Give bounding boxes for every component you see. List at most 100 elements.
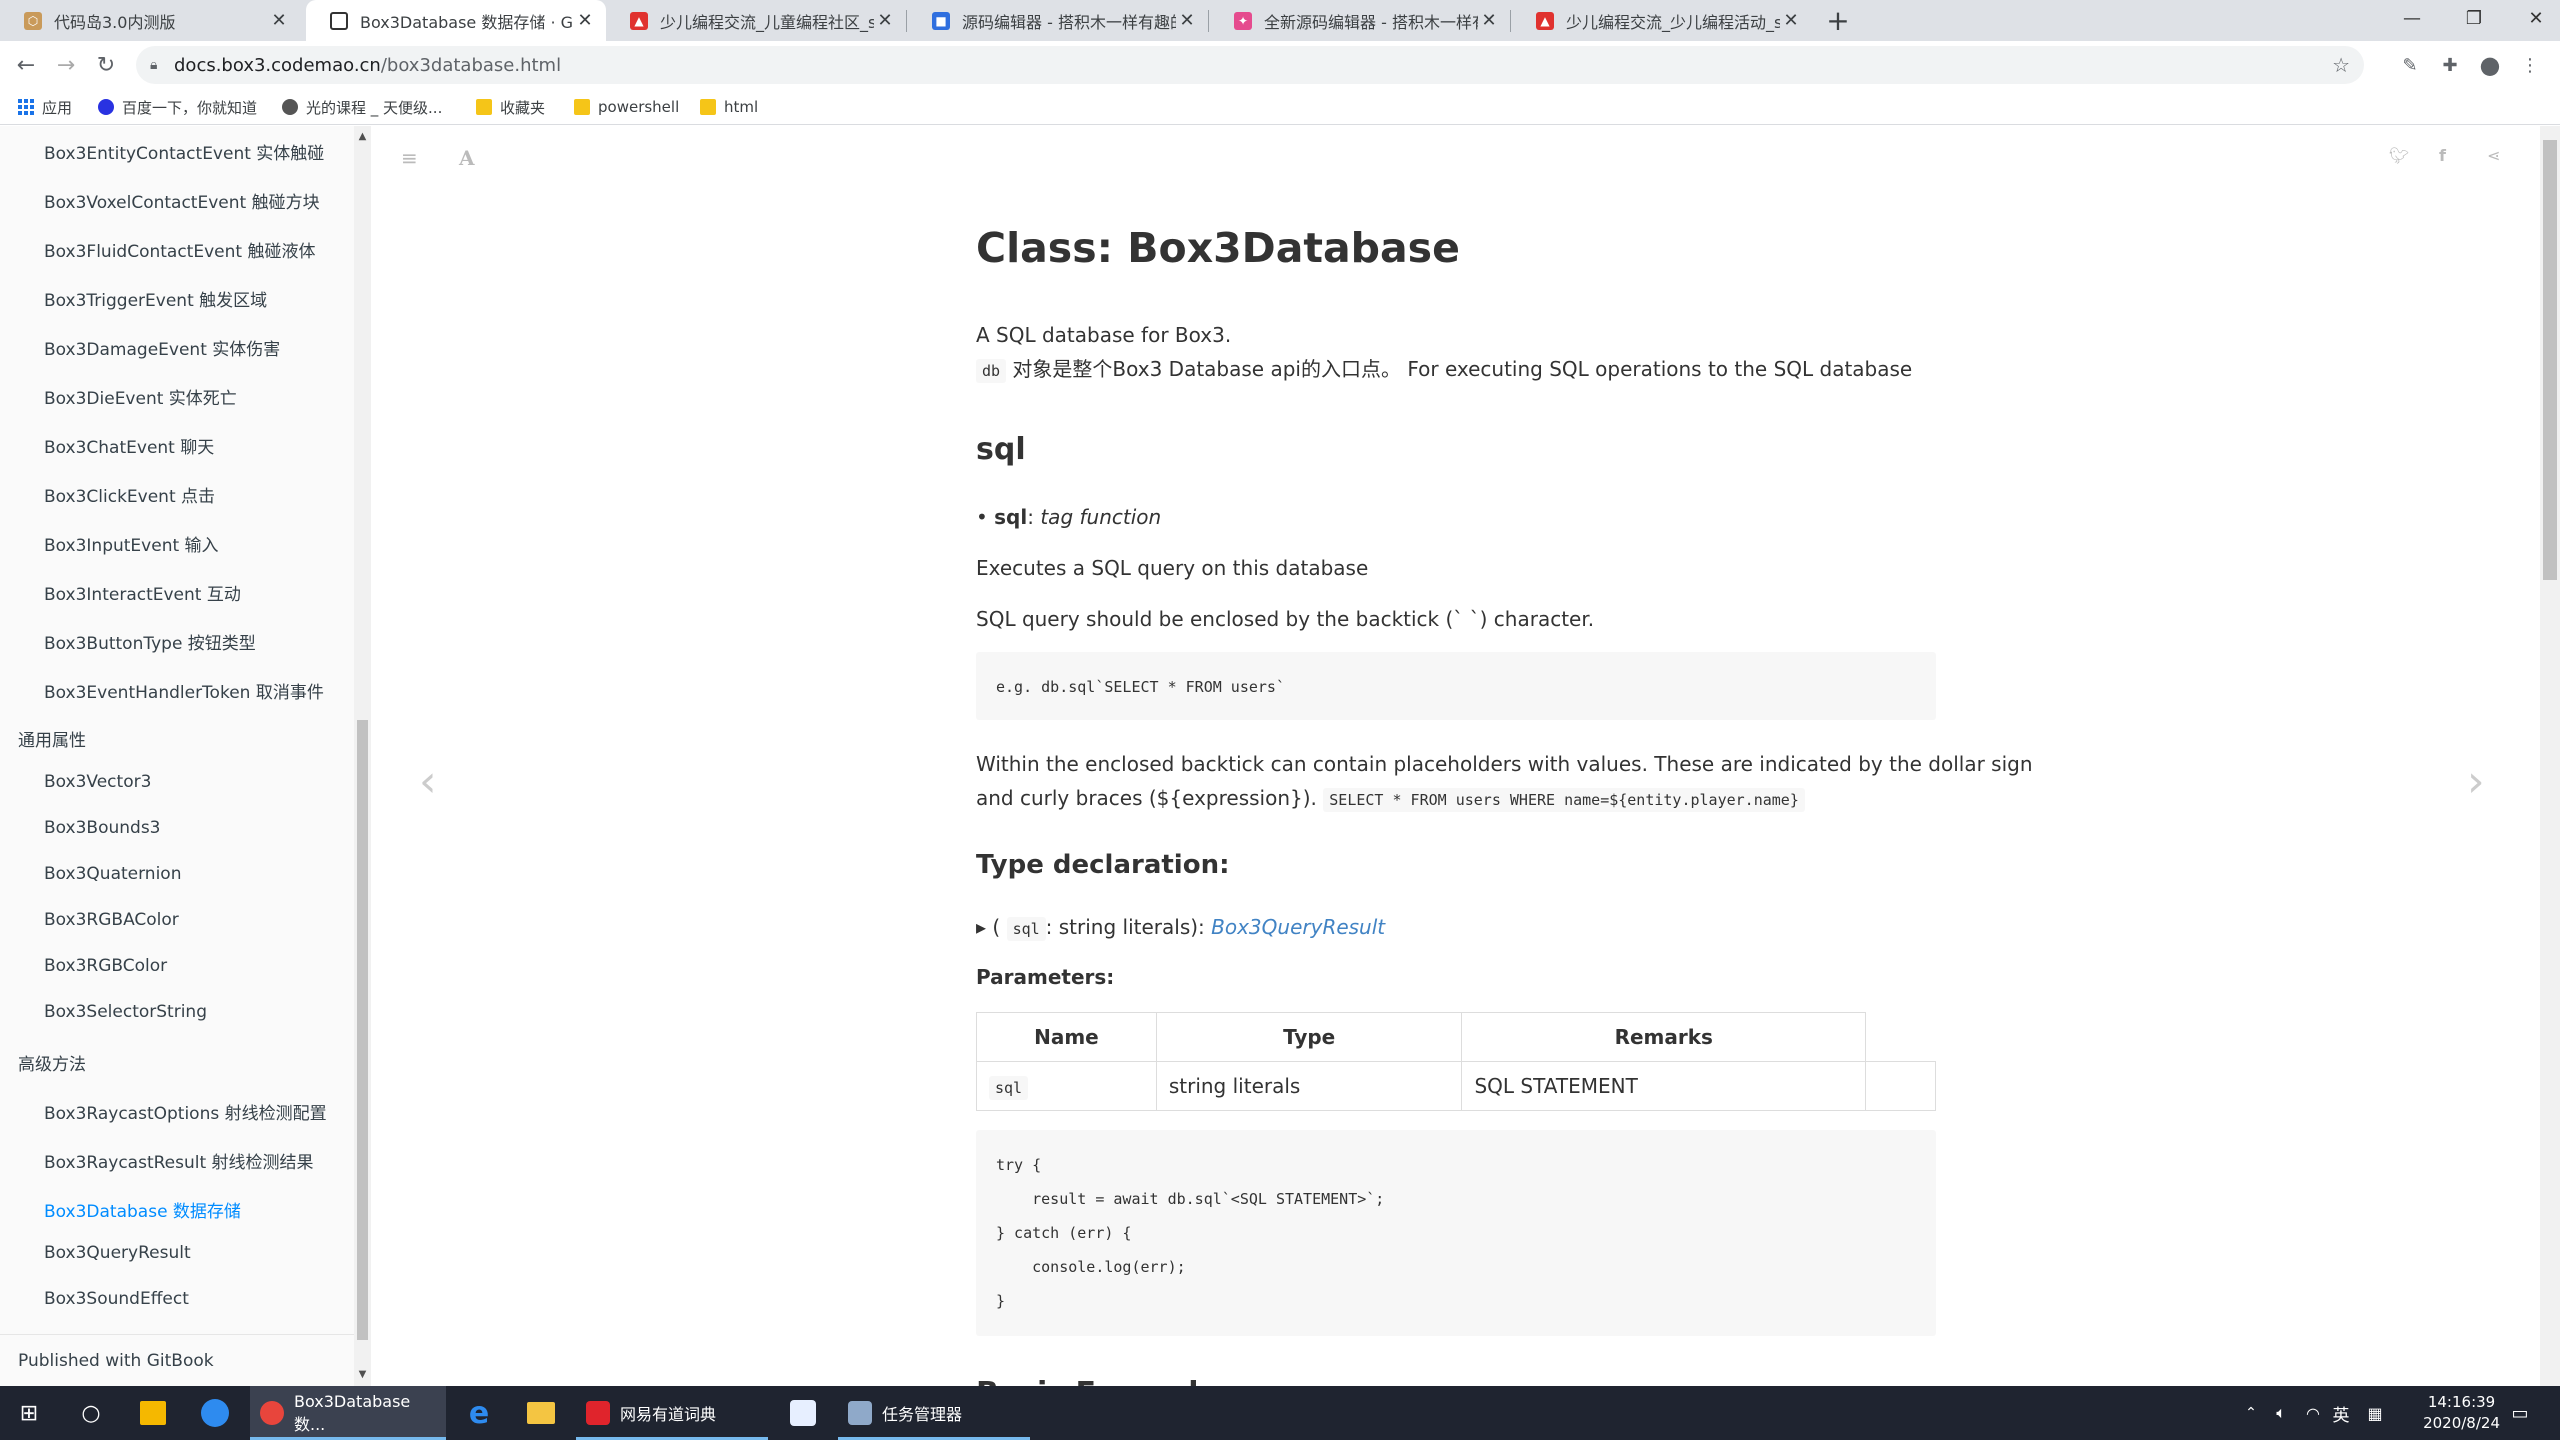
bookmark-label: 百度一下，你就知道 [122, 98, 258, 117]
store-icon[interactable] [124, 1386, 182, 1440]
bookmark-apps[interactable]: 应用 [18, 95, 72, 119]
tab-divider [906, 10, 907, 32]
sidebar-item[interactable]: Box3Bounds3 [44, 818, 161, 838]
browser-tab[interactable]: ✦ 全新源码编辑器 - 搭积木一样有趣 ✕ [1210, 0, 1510, 41]
sidebar-item[interactable]: Box3DieEvent 实体死亡 [44, 384, 237, 409]
close-tab-icon[interactable]: ✕ [1478, 10, 1500, 32]
sidebar-item[interactable]: Box3FluidContactEvent 触碰液体 [44, 237, 315, 262]
minimize-icon[interactable]: — [2382, 0, 2442, 36]
forward-icon[interactable]: → [48, 47, 84, 83]
facebook-icon[interactable]: f [2439, 146, 2446, 165]
sidebar-item[interactable]: Box3Quaternion [44, 864, 181, 884]
url-path: /box3database.html [380, 54, 562, 76]
next-page-icon[interactable]: › [2467, 756, 2485, 807]
browser-tab[interactable]: ▲ 少儿编程交流_儿童编程社区_sc ✕ [606, 0, 906, 41]
bookmark-folder[interactable]: html [700, 95, 758, 119]
scroll-down-arrow-icon[interactable]: ▼ [354, 1366, 371, 1383]
sql-description: Executes a SQL query on this database [976, 556, 1369, 580]
search-icon[interactable]: ○ [62, 1386, 120, 1440]
extension-icon[interactable]: ✎ [2392, 47, 2428, 83]
network-icon[interactable]: ◠ [2298, 1386, 2328, 1440]
sidebar-item[interactable]: Box3RGBAColor [44, 910, 179, 930]
baidu-icon [98, 99, 114, 115]
bookmark-folder[interactable]: powershell [574, 95, 679, 119]
sidebar-item[interactable]: Box3QueryResult [44, 1243, 191, 1263]
scroll-up-arrow-icon[interactable]: ▲ [354, 128, 371, 145]
menu-dots-icon[interactable]: ⋮ [2512, 47, 2548, 83]
page-scrollbar-thumb[interactable] [2543, 140, 2557, 580]
sidebar-item[interactable]: Box3RaycastOptions 射线检测配置 [44, 1099, 327, 1124]
sidebar-item-active[interactable]: Box3Database 数据存储 [44, 1197, 241, 1222]
close-tab-icon[interactable]: ✕ [1780, 10, 1802, 32]
back-icon[interactable]: ← [8, 47, 44, 83]
sidebar-item[interactable]: Box3DamageEvent 实体伤害 [44, 335, 280, 360]
taskbar-app-youdao[interactable]: 网易有道词典 [576, 1386, 768, 1440]
book-body: ≡ A 🐦︎ f ⋖ ‹ › Class: Box3Database A SQL… [371, 126, 2540, 1386]
sidebar-item[interactable]: Box3SoundEffect [44, 1289, 189, 1309]
sidebar-item[interactable]: Box3ButtonType 按钮类型 [44, 629, 256, 654]
profile-icon[interactable]: ● [2472, 47, 2508, 83]
close-tab-icon[interactable]: ✕ [268, 10, 290, 32]
previous-page-icon[interactable]: ‹ [419, 756, 437, 807]
close-tab-icon[interactable]: ✕ [574, 10, 596, 32]
taskbar-app-task-manager[interactable]: 任务管理器 [838, 1386, 1030, 1440]
globe-icon [282, 99, 298, 115]
sidebar-item[interactable]: Box3RaycastResult 射线检测结果 [44, 1148, 314, 1173]
sidebar-item[interactable]: Box3InputEvent 输入 [44, 531, 219, 556]
gitbook-footer-link[interactable]: Published with GitBook [0, 1334, 354, 1386]
reload-icon[interactable]: ↻ [88, 47, 124, 83]
file-explorer-icon[interactable] [512, 1386, 570, 1440]
font-settings-icon[interactable]: A [459, 146, 475, 170]
new-tab-button[interactable]: + [1818, 0, 1858, 41]
sidebar-item[interactable]: Box3TriggerEvent 触发区域 [44, 286, 267, 311]
close-tab-icon[interactable]: ✕ [874, 10, 896, 32]
sidebar-item[interactable]: Box3ChatEvent 聊天 [44, 433, 214, 458]
sidebar-item[interactable]: Box3Vector3 [44, 772, 151, 792]
table-cell: SQL STATEMENT [1461, 1061, 1867, 1111]
bookmark-folder[interactable]: 收藏夹 [476, 95, 545, 119]
address-bar[interactable]: 🔒︎ docs.box3.codemao.cn/box3database.htm… [136, 46, 2364, 84]
sidebar-item[interactable]: Box3InteractEvent 互动 [44, 580, 241, 605]
twitter-icon[interactable]: 🐦︎ [2389, 146, 2409, 165]
table-cell: sql [976, 1061, 1157, 1111]
share-icon[interactable]: ⋖ [2487, 146, 2500, 165]
restore-icon[interactable]: ❐ [2444, 0, 2504, 36]
show-hidden-icons-icon[interactable]: ⌃ [2236, 1386, 2266, 1440]
system-clock[interactable]: 14:16:39 2020/8/24 [2423, 1392, 2500, 1434]
sidebar-item[interactable]: Box3SelectorString [44, 1002, 207, 1022]
basic-example-heading: Basic Example [976, 1376, 1219, 1386]
browser-tab[interactable]: ▲ 少儿编程交流_少儿编程活动_scr ✕ [1512, 0, 1812, 41]
sidebar-item[interactable]: Box3RGBColor [44, 956, 167, 976]
bookmark-star-icon[interactable]: ☆ [2332, 53, 2350, 77]
ime-indicator[interactable]: 英 [2326, 1386, 2356, 1440]
sidebar-item[interactable]: Box3ClickEvent 点击 [44, 482, 215, 507]
bookmark-course[interactable]: 光的课程 _ 天便级... [282, 95, 442, 119]
taskbar-app-chrome[interactable]: Box3Database 数... [250, 1386, 446, 1440]
bookmark-baidu[interactable]: 百度一下，你就知道 [98, 95, 257, 119]
folder-icon [476, 99, 492, 115]
volume-icon[interactable]: 🔈︎ [2266, 1386, 2296, 1440]
sidebar-section-header: 高级方法 [18, 1055, 86, 1075]
browser-tab[interactable]: ■ 源码编辑器 - 搭积木一样有趣的 ✕ [908, 0, 1208, 41]
book-icon [330, 11, 348, 30]
sidebar-item[interactable]: Box3EntityContactEvent 实体触碰 [44, 139, 324, 164]
toggle-sidebar-icon[interactable]: ≡ [401, 146, 418, 170]
browser-tab[interactable]: ⬡ 代码岛3.0内测版 ✕ [0, 0, 300, 41]
sidebar-item[interactable]: Box3EventHandlerToken 取消事件 [44, 678, 324, 703]
sidebar-item[interactable]: Box3VoxelContactEvent 触碰方块 [44, 188, 320, 213]
close-window-icon[interactable]: ✕ [2506, 0, 2560, 36]
browser-tab-active[interactable]: Box3Database 数据存储 · GitBo ✕ [306, 0, 606, 41]
tab-title: 源码编辑器 - 搭积木一样有趣的 [962, 12, 1176, 32]
sidebar-scrollbar-thumb[interactable] [357, 720, 368, 1340]
codemao-island-icon: ⬡ [24, 11, 42, 30]
pinned-app-icon[interactable] [774, 1386, 832, 1440]
close-tab-icon[interactable]: ✕ [1176, 10, 1198, 32]
ime-mode-icon[interactable]: ▦ [2360, 1386, 2390, 1440]
edge-icon[interactable]: e [450, 1386, 508, 1440]
windows-start-icon[interactable]: ⊞ [0, 1386, 58, 1440]
notification-icon[interactable]: ▭ [2500, 1386, 2540, 1440]
box3queryresult-link[interactable]: Box3QueryResult [1211, 915, 1385, 939]
lock-icon: 🔒︎ [150, 57, 158, 73]
browser-icon[interactable] [186, 1386, 244, 1440]
puzzle-icon[interactable]: ✚ [2432, 47, 2468, 83]
